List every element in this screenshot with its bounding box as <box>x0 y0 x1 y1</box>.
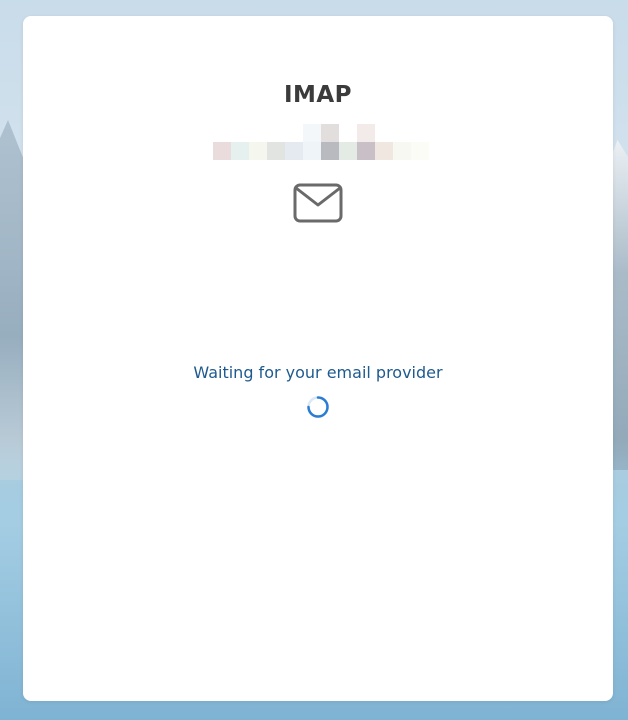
account-setup-dialog: IMAP Waiting for your email provider <box>23 16 613 701</box>
redacted-email-address <box>213 124 429 160</box>
loading-spinner <box>306 395 330 419</box>
dialog-title: IMAP <box>283 82 353 108</box>
mail-icon <box>293 183 343 223</box>
status-message: Waiting for your email provider <box>193 363 443 382</box>
